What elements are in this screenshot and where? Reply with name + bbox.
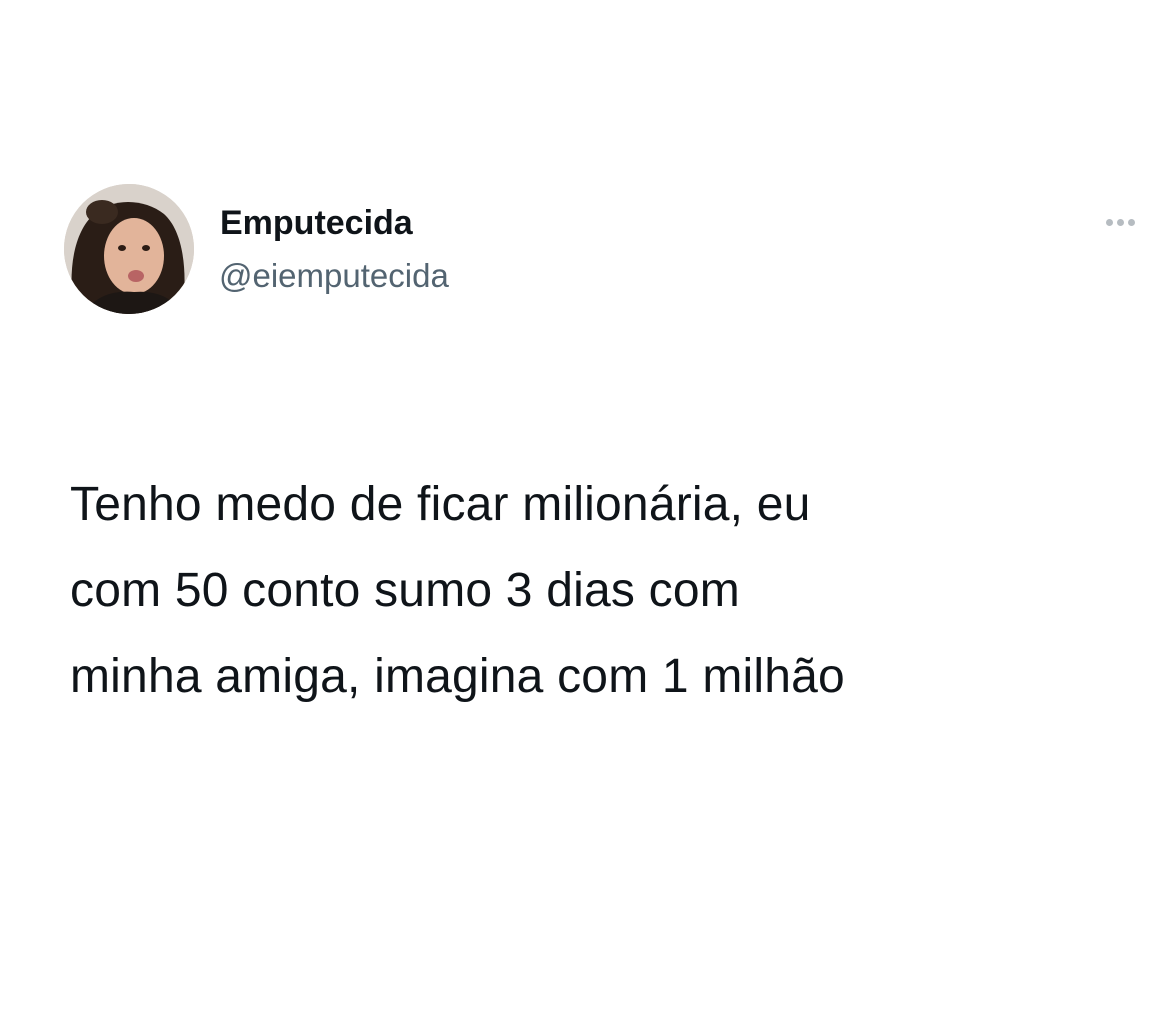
tweet-text: Tenho medo de ficar milionária, eu com 5… bbox=[70, 462, 1130, 720]
author-display-name[interactable]: Emputecida bbox=[220, 203, 413, 243]
more-options-ellipsis-icon-dot bbox=[1116, 218, 1124, 226]
more-options-button[interactable] bbox=[1096, 208, 1144, 236]
more-options-ellipsis-icon bbox=[1105, 218, 1113, 226]
tweet-text-line: com 50 conto sumo 3 dias com bbox=[70, 564, 740, 617]
tweet-card: Emputecida @eiemputecida Tenho medo de f… bbox=[0, 0, 1170, 1022]
more-options-ellipsis-icon-dot bbox=[1127, 218, 1135, 226]
avatar-photo-icon bbox=[64, 184, 194, 314]
tweet-text-line: Tenho medo de ficar milionária, eu bbox=[70, 478, 811, 531]
avatar[interactable] bbox=[64, 184, 194, 314]
tweet-text-line: minha amiga, imagina com 1 milhão bbox=[70, 650, 845, 703]
author-handle[interactable]: @eiemputecida bbox=[219, 256, 449, 296]
